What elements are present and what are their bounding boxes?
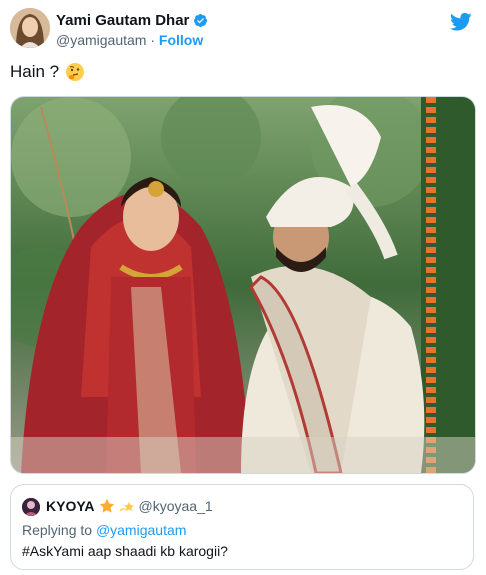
author-avatar[interactable] — [10, 8, 50, 48]
quoted-author-handle[interactable]: @kyoyaa_1 — [139, 498, 213, 514]
thinking-face-icon — [66, 63, 85, 81]
author-handle-row: @yamigautam · Follow — [56, 32, 203, 48]
quoted-tweet[interactable]: KYOYA @kyoyaa_1 Replying to @yamigautam … — [10, 484, 474, 570]
replying-to: Replying to @yamigautam — [22, 522, 186, 538]
author-handle[interactable]: @yamigautam — [56, 32, 146, 48]
replying-prefix: Replying to — [22, 522, 93, 538]
quoted-tweet-text: #AskYami aap shaadi kb karogii? — [22, 543, 228, 559]
follow-button[interactable]: Follow — [159, 32, 203, 48]
quoted-author-avatar[interactable] — [22, 498, 40, 516]
quoted-author-name[interactable]: KYOYA — [46, 498, 95, 514]
tweet-photo[interactable] — [10, 96, 476, 474]
replying-mention[interactable]: @yamigautam — [96, 522, 186, 538]
tweet-body: Hain ? — [10, 62, 85, 82]
separator-dot: · — [150, 32, 156, 48]
author-display-name[interactable]: Yami Gautam Dhar — [56, 12, 189, 29]
tweet-header: Yami Gautam Dhar @yamigautam · Follow — [10, 8, 476, 52]
star-icon — [99, 498, 114, 513]
twitter-bird-icon[interactable] — [450, 12, 472, 32]
tweet-text: Hain ? — [10, 62, 60, 81]
dizzy-star-icon — [119, 502, 134, 512]
verified-badge-icon — [194, 13, 208, 28]
wedding-photo — [11, 97, 475, 473]
